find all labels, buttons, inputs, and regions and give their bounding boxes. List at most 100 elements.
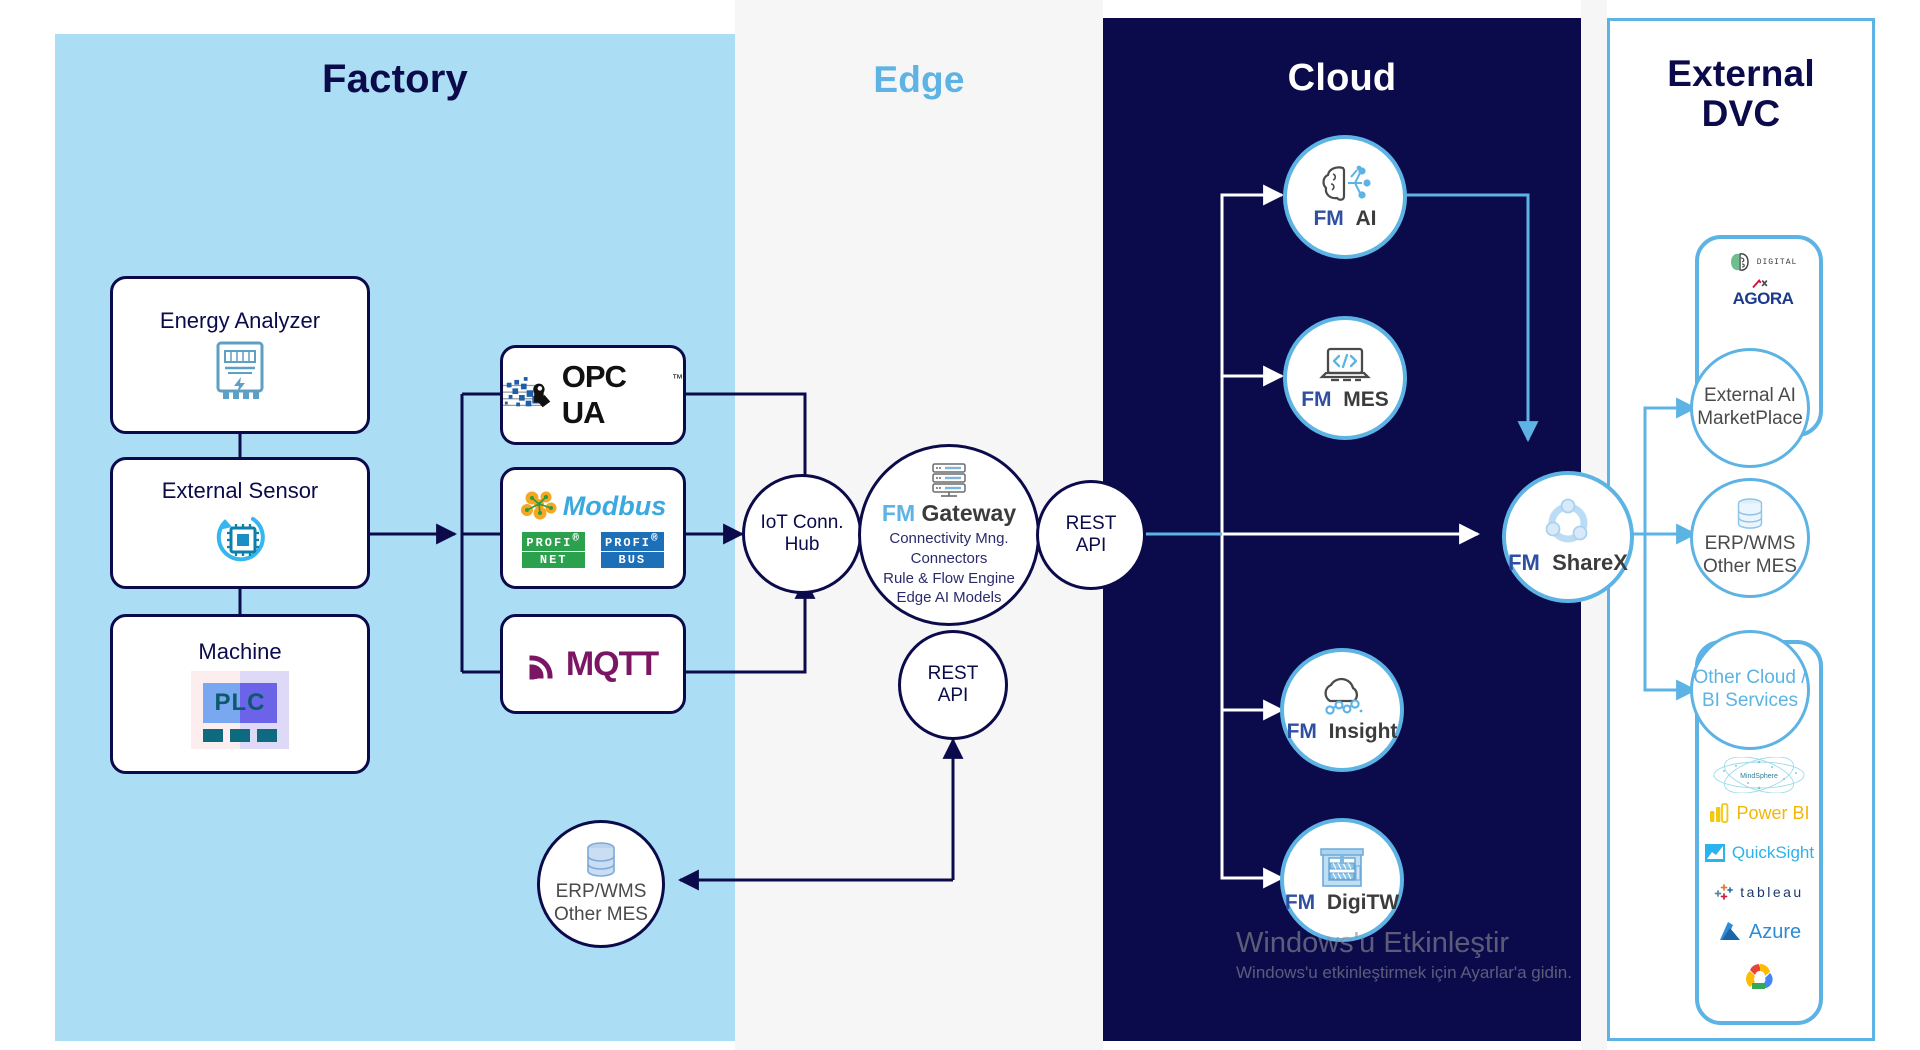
cloud-service-fm-ai[interactable]: FM AI (1283, 135, 1407, 259)
digital-logo: DIGITAL (1699, 249, 1827, 275)
rest-api-node-bottom[interactable]: REST API (898, 630, 1008, 740)
share-nodes-icon (1545, 498, 1588, 543)
zone-title-edge: Edge (873, 59, 965, 100)
erp-line2: Other MES (554, 903, 648, 925)
modbus-text: Modbus (562, 491, 667, 521)
cloud-service-title: FM Insight (1287, 720, 1398, 744)
device-card-energy-analyzer[interactable]: Energy Analyzer (110, 276, 370, 434)
protocol-card-modbus[interactable]: Modbus PROFI® NET PROFI® BUS (500, 467, 686, 589)
device-card-machine[interactable]: Machine PLC (110, 614, 370, 774)
iot-hub-line2: Hub (784, 534, 820, 555)
erp-wms-node-factory[interactable]: ERP/WMS Other MES (537, 820, 665, 948)
watermark-subtitle: Windows'u etkinleştirmek için Ayarlar'a … (1236, 962, 1572, 982)
sharex-brand-fm: FM (1508, 550, 1540, 575)
other-cloud-bi-services-node[interactable]: Other Cloud / BI Services (1690, 630, 1810, 750)
brain-circuit-icon (1322, 165, 1371, 201)
dvc-node-line2: MarketPlace (1697, 408, 1803, 429)
dvc-node-line1: Other Cloud / (1693, 667, 1807, 689)
powerbi-logo: Power BI (1700, 800, 1818, 826)
agora-logo-text: AGORA (1732, 289, 1794, 308)
service-name: DigiTW (1326, 890, 1400, 914)
profinet-logo: PROFI® NET (522, 531, 585, 568)
gateway-feature: Connectivity Mng. (889, 529, 1009, 547)
cloud-service-fm-digitw[interactable]: FM DigiTW (1280, 818, 1404, 942)
plc-label: PLC (214, 689, 266, 716)
mindsphere-logo: MindSphere (1700, 756, 1818, 794)
diagram-canvas: Factory Edge Cloud External DVC Energy A… (0, 0, 1920, 1050)
erp-line1: ERP/WMS (555, 880, 647, 902)
cloud-service-fm-mes[interactable]: FM MES (1283, 316, 1407, 440)
cloud-service-title: FM DigiTW (1285, 891, 1399, 915)
zone-title-cloud: Cloud (1287, 57, 1397, 99)
opc-ua-text: OPC UA (561, 359, 627, 430)
profibus-logo: PROFI® BUS (601, 531, 664, 568)
modbus-logo: Modbus (520, 489, 666, 525)
google-cloud-logo (1700, 958, 1818, 998)
quicksight-text: QuickSight (1731, 843, 1815, 862)
gateway-title: FM Gateway (882, 500, 1016, 527)
service-name: Insight (1328, 719, 1398, 743)
tableau-text: tableau (1740, 884, 1804, 900)
protocol-card-mqtt[interactable]: MQTT (500, 614, 686, 714)
rest-api-line1: REST (1065, 512, 1117, 534)
device-label: Energy Analyzer (159, 308, 321, 333)
device-card-external-sensor[interactable]: External Sensor (110, 457, 370, 589)
database-icon (587, 841, 615, 877)
windows-activation-watermark: Windows'u Etkinleştir Windows'u etkinleş… (1236, 927, 1656, 985)
cloud-service-fm-insight[interactable]: FM Insight (1280, 648, 1404, 772)
external-erp-wms-node[interactable]: ERP/WMS Other MES (1690, 478, 1810, 598)
zone-title-external-line1: External (1667, 53, 1815, 94)
rest-api-line2: API (1075, 535, 1107, 556)
quicksight-logo: QuickSight (1700, 840, 1818, 866)
gateway-feature: Rule & Flow Engine (883, 569, 1015, 587)
server-stack-icon (932, 463, 966, 497)
mqtt-logo: MQTT (528, 644, 659, 684)
zone-title-external: External DVC (1607, 54, 1875, 134)
service-name: MES (1343, 387, 1389, 411)
opc-ua-logo: OPC UA ™ (503, 359, 683, 431)
azure-logo: Azure (1700, 918, 1818, 946)
cloud-analytics-icon (1324, 677, 1363, 715)
service-brand-fm: FM (1313, 206, 1344, 230)
watermark-title: Windows'u Etkinleştir (1236, 927, 1510, 959)
plc-icon: PLC (191, 671, 289, 749)
gateway-brand-fm: FM (881, 499, 916, 526)
trademark-mark: ™ (672, 373, 683, 385)
gateway-feature: Connectors (910, 549, 988, 567)
mqtt-text: MQTT (565, 644, 659, 683)
sharex-title: FM ShareX (1508, 550, 1628, 576)
dvc-node-line2: Other MES (1703, 555, 1797, 577)
laptop-code-icon (1319, 347, 1371, 381)
sensor-chip-icon (216, 517, 265, 562)
azure-text: Azure (1748, 920, 1802, 943)
svg-text:MindSphere: MindSphere (1740, 773, 1778, 780)
dvc-node-line2: BI Services (1701, 690, 1799, 711)
zone-title-factory: Factory (322, 57, 468, 101)
energy-meter-icon (216, 341, 264, 399)
database-icon (1737, 497, 1763, 529)
cloud-service-title: FM AI (1313, 207, 1376, 231)
service-brand-fm: FM (1284, 890, 1316, 914)
digital-logo-text: DIGITAL (1756, 257, 1798, 267)
rest-api-node-top[interactable]: REST API (1036, 480, 1146, 590)
iot-connectivity-hub-node[interactable]: IoT Conn. Hub (742, 474, 862, 594)
powerbi-text: Power BI (1736, 802, 1810, 823)
device-label: Machine (198, 639, 282, 664)
fm-gateway-node[interactable]: FM Gateway Connectivity Mng. Connectors … (858, 444, 1040, 626)
iot-hub-line1: IoT Conn. (760, 511, 844, 533)
external-ai-marketplace-node[interactable]: External AI MarketPlace (1690, 348, 1810, 468)
agora-logo: AGORA (1699, 279, 1827, 309)
digital-twin-icon (1320, 847, 1364, 887)
sharex-name: ShareX (1552, 550, 1628, 575)
fm-sharex-node[interactable]: FM ShareX (1502, 471, 1634, 603)
gateway-feature: Edge AI Models (896, 589, 1002, 607)
service-brand-fm: FM (1286, 719, 1317, 743)
protocol-card-opc-ua[interactable]: OPC UA ™ (500, 345, 686, 445)
rest-api-line2: API (937, 685, 969, 706)
cloud-service-title: FM MES (1301, 388, 1389, 412)
dvc-node-line1: ERP/WMS (1704, 532, 1796, 554)
gateway-brand-name: Gateway (921, 499, 1017, 526)
service-name: AI (1355, 206, 1377, 230)
rest-api-line1: REST (927, 662, 979, 684)
zone-title-external-line2: DVC (1701, 92, 1781, 134)
